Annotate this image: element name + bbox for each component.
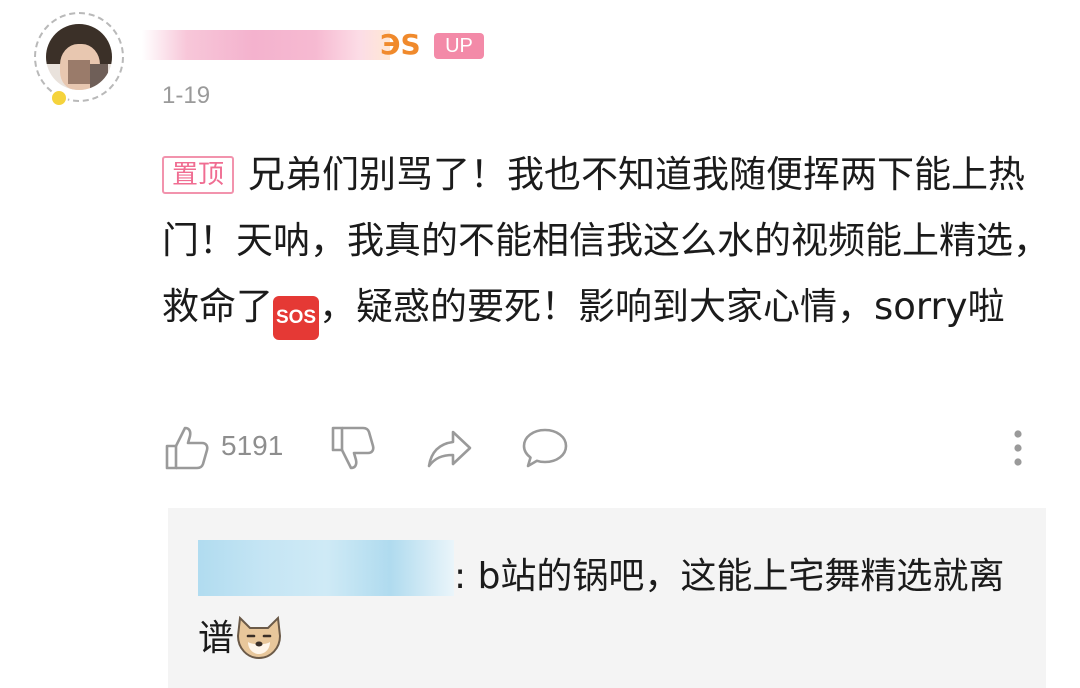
share-button[interactable] [426,424,474,472]
level-badge-icon [50,89,68,107]
comment-text-part2: ，疑惑的要死！影响到大家心情，sorry啦 [319,285,1005,328]
up-badge: UP [434,33,484,59]
more-vertical-icon [1014,430,1022,466]
comment-date: 1-19 [162,82,211,109]
comment-text: 置顶 兄弟们别骂了！我也不知道我随便挥两下能上热门！天呐，我真的不能相信我这么水的… [162,142,1052,340]
username-redacted[interactable] [142,30,390,60]
thumbs-down-icon [331,426,375,470]
avatar-photo [46,24,112,90]
more-options-button[interactable] [1006,428,1030,476]
sos-emoji-icon: SOS [273,296,319,340]
reply-text: : b站的锅吧，这能上宅舞精选就离谱 [198,546,1018,670]
username-tail[interactable]: ЭS [380,30,421,60]
reply-button[interactable] [520,424,570,472]
comment-bubble-icon [522,428,568,468]
like-count: 5191 [221,430,284,461]
pinned-tag: 置顶 [162,156,235,194]
reply-text-part1: : b站的锅吧，这能上宅舞精选就离谱 [198,556,1005,659]
dislike-button[interactable] [330,424,376,472]
thumbs-up-icon [165,426,209,470]
avatar[interactable] [34,12,124,107]
doge-emoji-icon [234,614,284,660]
like-button[interactable] [164,424,210,472]
share-icon [427,430,472,468]
